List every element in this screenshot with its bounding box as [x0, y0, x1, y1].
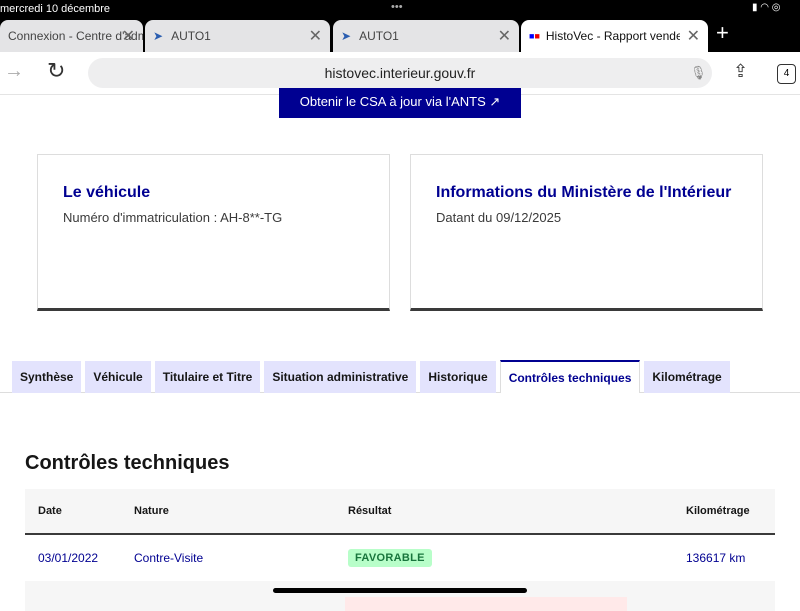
forward-icon[interactable]: → [4, 60, 24, 83]
table-row: 03/01/2022 Contre-Visite FAVORABLE 13661… [25, 535, 775, 581]
url-text: histovec.interieur.gouv.fr [324, 65, 476, 81]
browser-tab[interactable]: Connexion - Centre d'adm ✕ [0, 20, 143, 52]
status-bar: mercredi 10 décembre ••• ▮ ◠ ◎ [0, 0, 800, 18]
csa-ants-button[interactable]: Obtenir le CSA à jour via l'ANTS ↗ [279, 88, 521, 118]
table-row [25, 581, 775, 611]
tab-kilometrage[interactable]: Kilométrage [644, 361, 730, 393]
result-badge-unfavorable [345, 597, 627, 611]
tab-label: AUTO1 [359, 29, 399, 43]
close-icon[interactable]: ✕ [498, 26, 511, 46]
section-title: Contrôles techniques [25, 452, 230, 474]
header-date: Date [38, 505, 62, 517]
close-icon[interactable]: ✕ [309, 26, 322, 46]
share-icon[interactable]: ⇪ [733, 61, 748, 82]
close-icon[interactable]: ✕ [122, 26, 135, 46]
result-badge: FAVORABLE [348, 549, 432, 567]
section-tabs: Synthèse Véhicule Titulaire et Titre Sit… [12, 360, 796, 393]
date-text: Datant du 09/12/2025 [436, 210, 562, 225]
tab-label: HistoVec - Rapport vendeur [545, 29, 680, 43]
header-result: Résultat [348, 505, 392, 517]
table-header: Date Nature Résultat Kilométrage [25, 489, 775, 535]
header-km: Kilométrage [686, 505, 750, 517]
tab-situation[interactable]: Situation administrative [264, 361, 417, 393]
tab-titulaire[interactable]: Titulaire et Titre [154, 361, 261, 393]
header-nature: Nature [134, 505, 169, 517]
tab-vehicule[interactable]: Véhicule [85, 361, 151, 393]
card-title: Le véhicule [63, 184, 151, 201]
vehicle-card: Le véhicule Numéro d'immatriculation : A… [37, 154, 390, 311]
favicon-icon: ➤ [153, 29, 164, 43]
reload-icon[interactable]: ↻ [47, 58, 65, 84]
microphone-icon[interactable]: 🎙 [690, 65, 707, 81]
browser-tab-active[interactable]: ■■ HistoVec - Rapport vendeur ✕ [521, 20, 708, 52]
status-date: mercredi 10 décembre [0, 3, 111, 15]
new-tab-button[interactable]: + [716, 20, 729, 46]
cell-date: 03/01/2022 [38, 551, 99, 565]
signal-wifi-icon: ▮ ◠ ◎ [752, 2, 781, 13]
french-flag-icon: ■■ [529, 31, 540, 41]
browser-tab-bar: Connexion - Centre d'adm ✕ ➤ AUTO1 ✕ ➤ AUTO1… [0, 18, 800, 52]
cell-km: 136617 km [686, 551, 746, 565]
tab-controles[interactable]: Contrôles techniques [499, 360, 641, 393]
multitask-dots[interactable]: ••• [391, 1, 403, 13]
home-indicator[interactable] [273, 588, 527, 593]
tab-synthese[interactable]: Synthèse [12, 361, 82, 393]
cell-nature: Contre-Visite [134, 551, 204, 565]
card-title: Informations du Ministère de l'Intérieur [436, 184, 732, 201]
tab-historique[interactable]: Historique [420, 361, 496, 393]
close-icon[interactable]: ✕ [687, 26, 700, 46]
registration-text: Numéro d'immatriculation : AH-8**-TG [63, 210, 283, 225]
url-field[interactable]: histovec.interieur.gouv.fr [88, 58, 712, 88]
browser-tab[interactable]: ➤ AUTO1 ✕ [145, 20, 330, 52]
ministry-card: Informations du Ministère de l'Intérieur… [410, 154, 763, 311]
tab-label: AUTO1 [171, 29, 211, 43]
tab-count-button[interactable]: 4 [777, 64, 796, 84]
browser-tab[interactable]: ➤ AUTO1 ✕ [333, 20, 519, 52]
favicon-icon: ➤ [341, 29, 352, 43]
